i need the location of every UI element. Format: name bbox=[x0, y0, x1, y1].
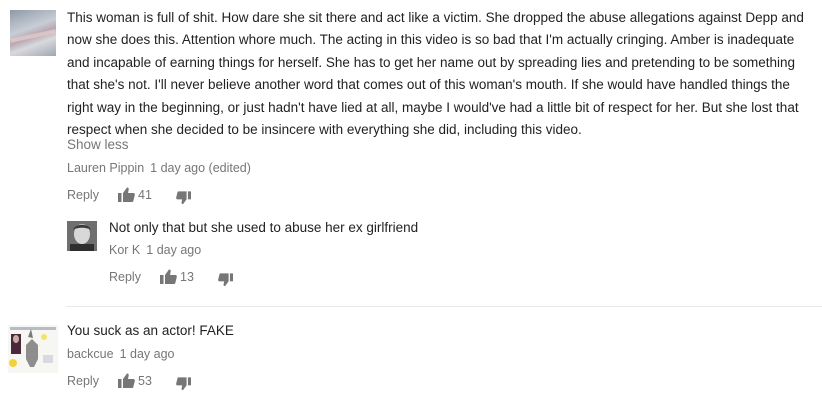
reply-button[interactable]: Reply bbox=[67, 188, 99, 202]
thumbs-up-icon bbox=[118, 373, 135, 388]
like-button[interactable]: 41 bbox=[118, 187, 152, 202]
comment-meta: Lauren Pippin 1 day ago (edited) bbox=[67, 161, 251, 175]
like-count: 53 bbox=[138, 373, 152, 388]
author-name[interactable]: Lauren Pippin bbox=[67, 161, 144, 175]
reply-button[interactable]: Reply bbox=[67, 374, 99, 388]
avatar-lauren-pippin[interactable] bbox=[10, 10, 56, 56]
author-name[interactable]: backcue bbox=[67, 347, 114, 361]
avatar-kor-k[interactable] bbox=[67, 221, 97, 251]
reply-text: Not only that but she used to abuse her … bbox=[109, 220, 419, 235]
comment-text: You suck as an actor! FAKE bbox=[67, 323, 234, 338]
dislike-button[interactable] bbox=[176, 377, 191, 391]
avatar-image bbox=[67, 221, 97, 251]
thumbs-down-icon bbox=[218, 273, 233, 287]
timestamp[interactable]: 1 day ago bbox=[146, 243, 201, 257]
comment-meta: backcue 1 day ago bbox=[67, 347, 174, 361]
comment-text: This woman is full of shit. How dare she… bbox=[67, 10, 804, 138]
dislike-button[interactable] bbox=[176, 191, 191, 205]
reply-meta: Kor K 1 day ago bbox=[109, 243, 201, 257]
dislike-button[interactable] bbox=[218, 273, 233, 287]
thumbs-down-icon bbox=[176, 191, 191, 205]
like-button[interactable]: 13 bbox=[160, 269, 194, 284]
timestamp[interactable]: 1 day ago (edited) bbox=[150, 161, 251, 175]
avatar-image bbox=[10, 29, 56, 43]
divider bbox=[66, 306, 822, 307]
reply-button[interactable]: Reply bbox=[109, 270, 141, 284]
thumbs-up-icon bbox=[118, 187, 135, 202]
thumbs-down-icon bbox=[176, 377, 191, 391]
like-count: 41 bbox=[138, 187, 152, 202]
show-less-link[interactable]: Show less bbox=[67, 137, 129, 152]
thumbs-up-icon bbox=[160, 269, 177, 284]
like-count: 13 bbox=[180, 269, 194, 284]
avatar-image bbox=[8, 325, 58, 373]
like-button[interactable]: 53 bbox=[118, 373, 152, 388]
timestamp[interactable]: 1 day ago bbox=[120, 347, 175, 361]
author-name[interactable]: Kor K bbox=[109, 243, 140, 257]
avatar-backcue[interactable] bbox=[8, 325, 58, 373]
